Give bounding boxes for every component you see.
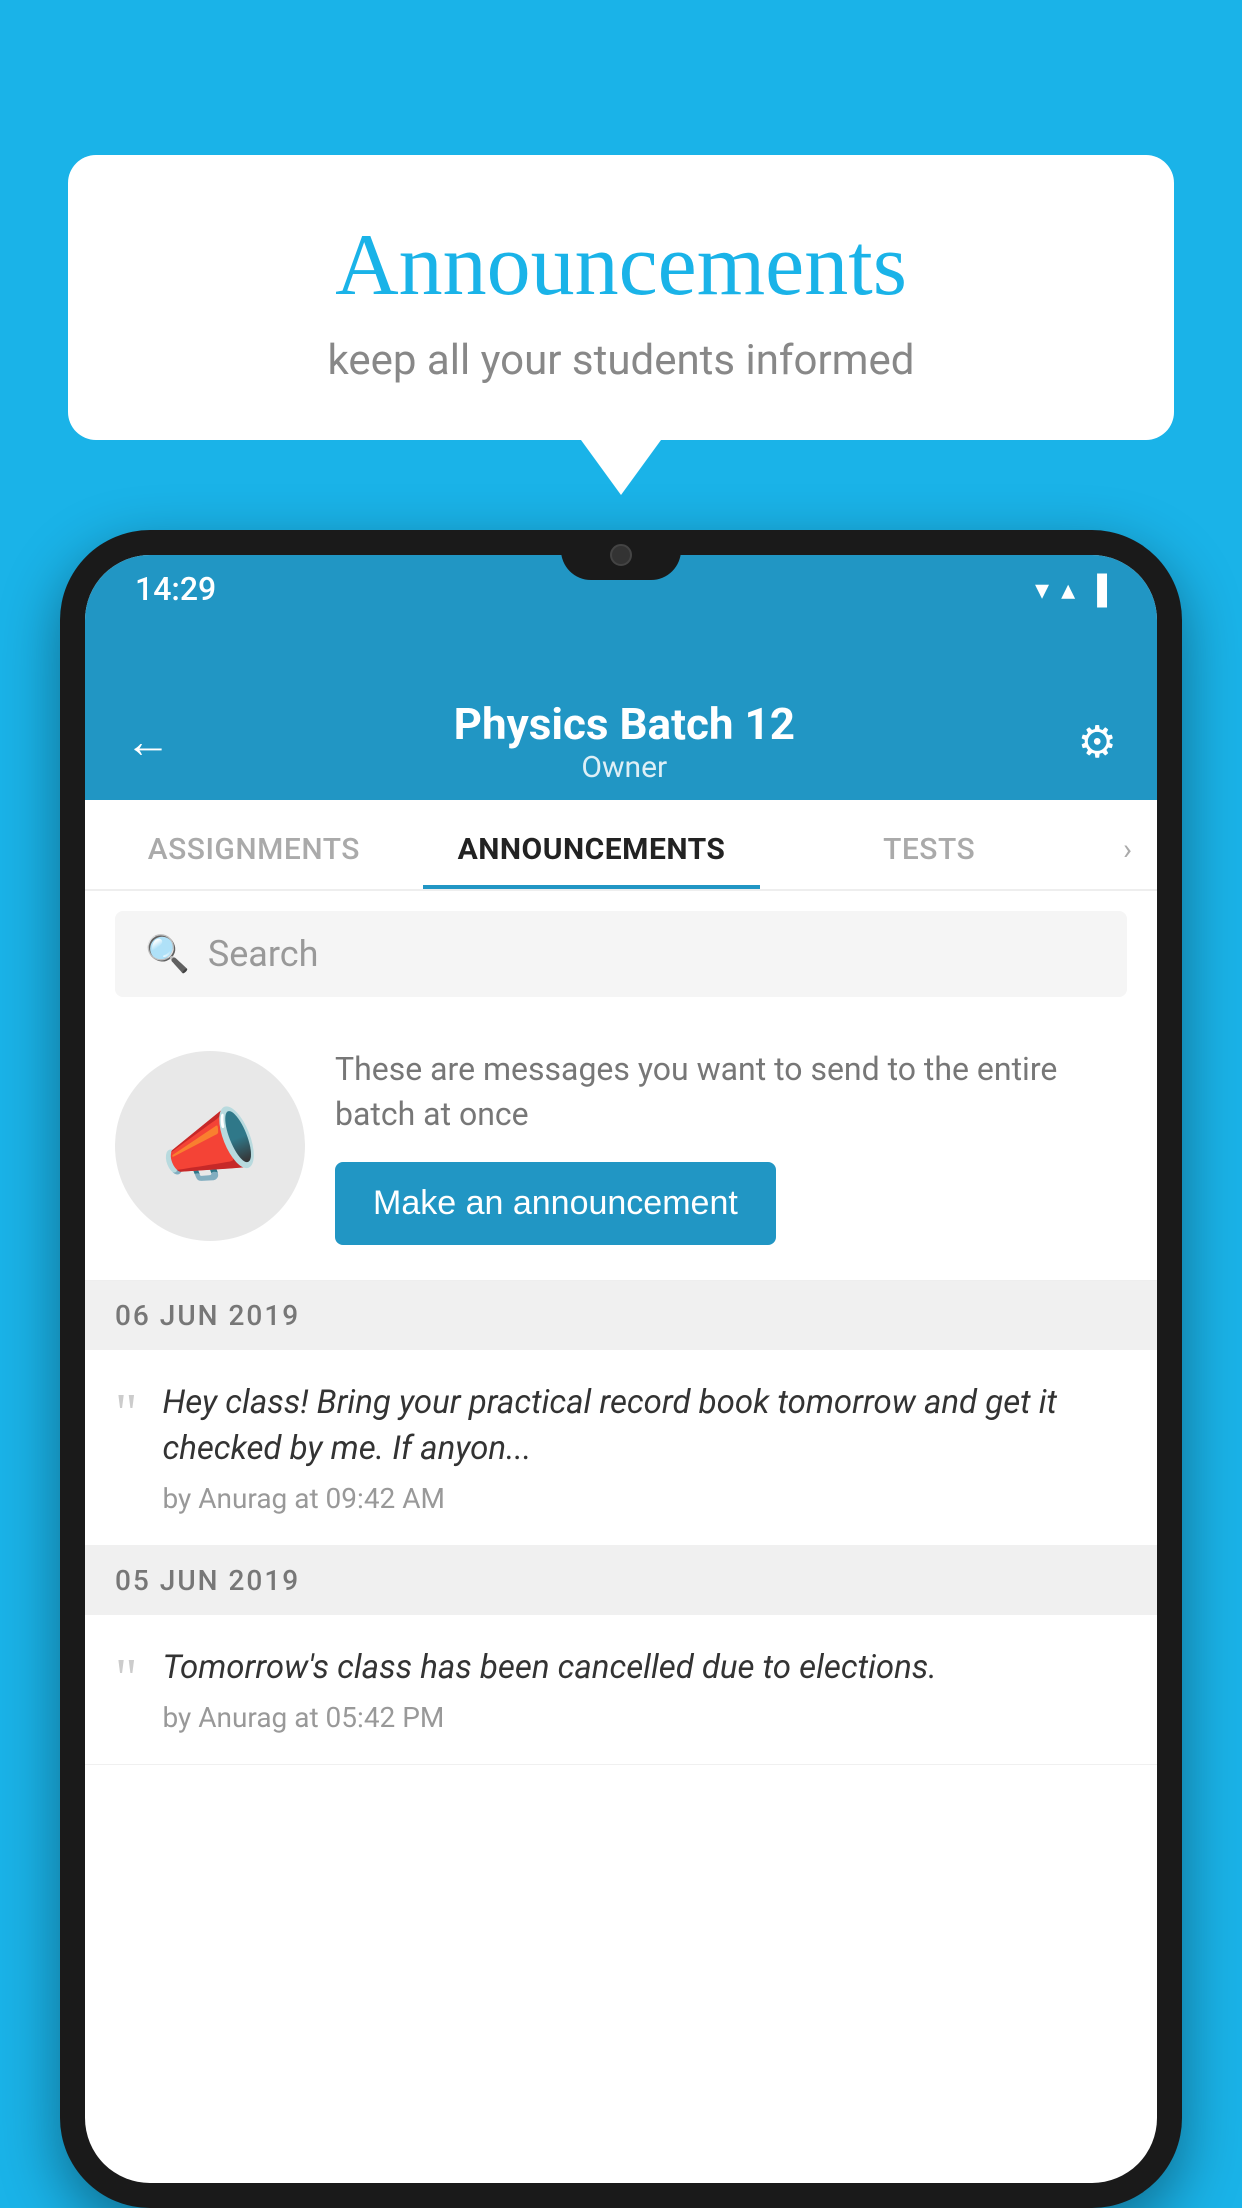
megaphone-icon: 📣 [160,1099,260,1193]
phone-camera [610,555,632,566]
tab-announcements[interactable]: ANNOUNCEMENTS [423,800,761,889]
bubble-tail [581,440,661,495]
tab-assignments[interactable]: ASSIGNMENTS [85,800,423,889]
announcement-item-1[interactable]: " Hey class! Bring your practical record… [85,1350,1157,1546]
back-button[interactable]: ← [125,714,171,769]
promo-description: These are messages you want to send to t… [335,1047,1127,1137]
date-divider-1: 06 JUN 2019 [85,1281,1157,1350]
quote-icon-2: " [115,1650,137,1705]
bubble-title: Announcements [128,215,1114,316]
announcement-meta-2: by Anurag at 05:42 PM [162,1701,1127,1734]
date-divider-2: 05 JUN 2019 [85,1546,1157,1615]
header-title: Physics Batch 12 [171,698,1078,750]
app-header-top: ← Physics Batch 12 Owner ⚙ [125,638,1117,800]
status-icons: ▾ ▴ ▐ [1035,573,1107,606]
announcement-message-1: Hey class! Bring your practical record b… [162,1380,1127,1472]
status-bar: 14:29 ▾ ▴ ▐ [85,555,1157,618]
tab-more[interactable]: › [1098,800,1157,889]
settings-icon[interactable]: ⚙ [1078,716,1117,768]
announcement-item-2[interactable]: " Tomorrow's class has been cancelled du… [85,1615,1157,1765]
announcement-text-2: Tomorrow's class has been cancelled due … [162,1645,1127,1734]
announcement-meta-1: by Anurag at 09:42 AM [162,1482,1127,1515]
phone-screen: 14:29 ▾ ▴ ▐ ← Physics Batch 12 Owner [85,555,1157,2183]
announcement-text-1: Hey class! Bring your practical record b… [162,1380,1127,1515]
announcement-promo: 📣 These are messages you want to send to… [85,1017,1157,1281]
promo-content: These are messages you want to send to t… [335,1047,1127,1245]
header-title-area: Physics Batch 12 Owner [171,698,1078,785]
search-placeholder: Search [208,933,319,975]
announcement-message-2: Tomorrow's class has been cancelled due … [162,1645,1127,1691]
search-bar[interactable]: 🔍 Search [115,911,1127,997]
battery-icon: ▐ [1087,573,1107,606]
quote-icon-1: " [115,1385,137,1440]
header-subtitle: Owner [171,750,1078,785]
phone-container: 14:29 ▾ ▴ ▐ ← Physics Batch 12 Owner [60,530,1182,2208]
app-header: ← Physics Batch 12 Owner ⚙ [85,618,1157,800]
tabs-bar: ASSIGNMENTS ANNOUNCEMENTS TESTS › [85,800,1157,891]
phone-frame: 14:29 ▾ ▴ ▐ ← Physics Batch 12 Owner [60,530,1182,2208]
signal-icon: ▴ [1061,573,1075,606]
tab-tests[interactable]: TESTS [760,800,1098,889]
speech-bubble: Announcements keep all your students inf… [68,155,1174,440]
make-announcement-button[interactable]: Make an announcement [335,1162,776,1245]
wifi-icon: ▾ [1035,573,1049,606]
search-container: 🔍 Search [85,891,1157,1017]
bubble-subtitle: keep all your students informed [128,336,1114,385]
speech-bubble-section: Announcements keep all your students inf… [68,155,1174,495]
status-time: 14:29 [135,570,216,608]
phone-notch [561,555,681,580]
promo-icon-circle: 📣 [115,1051,305,1241]
search-icon: 🔍 [145,933,190,975]
